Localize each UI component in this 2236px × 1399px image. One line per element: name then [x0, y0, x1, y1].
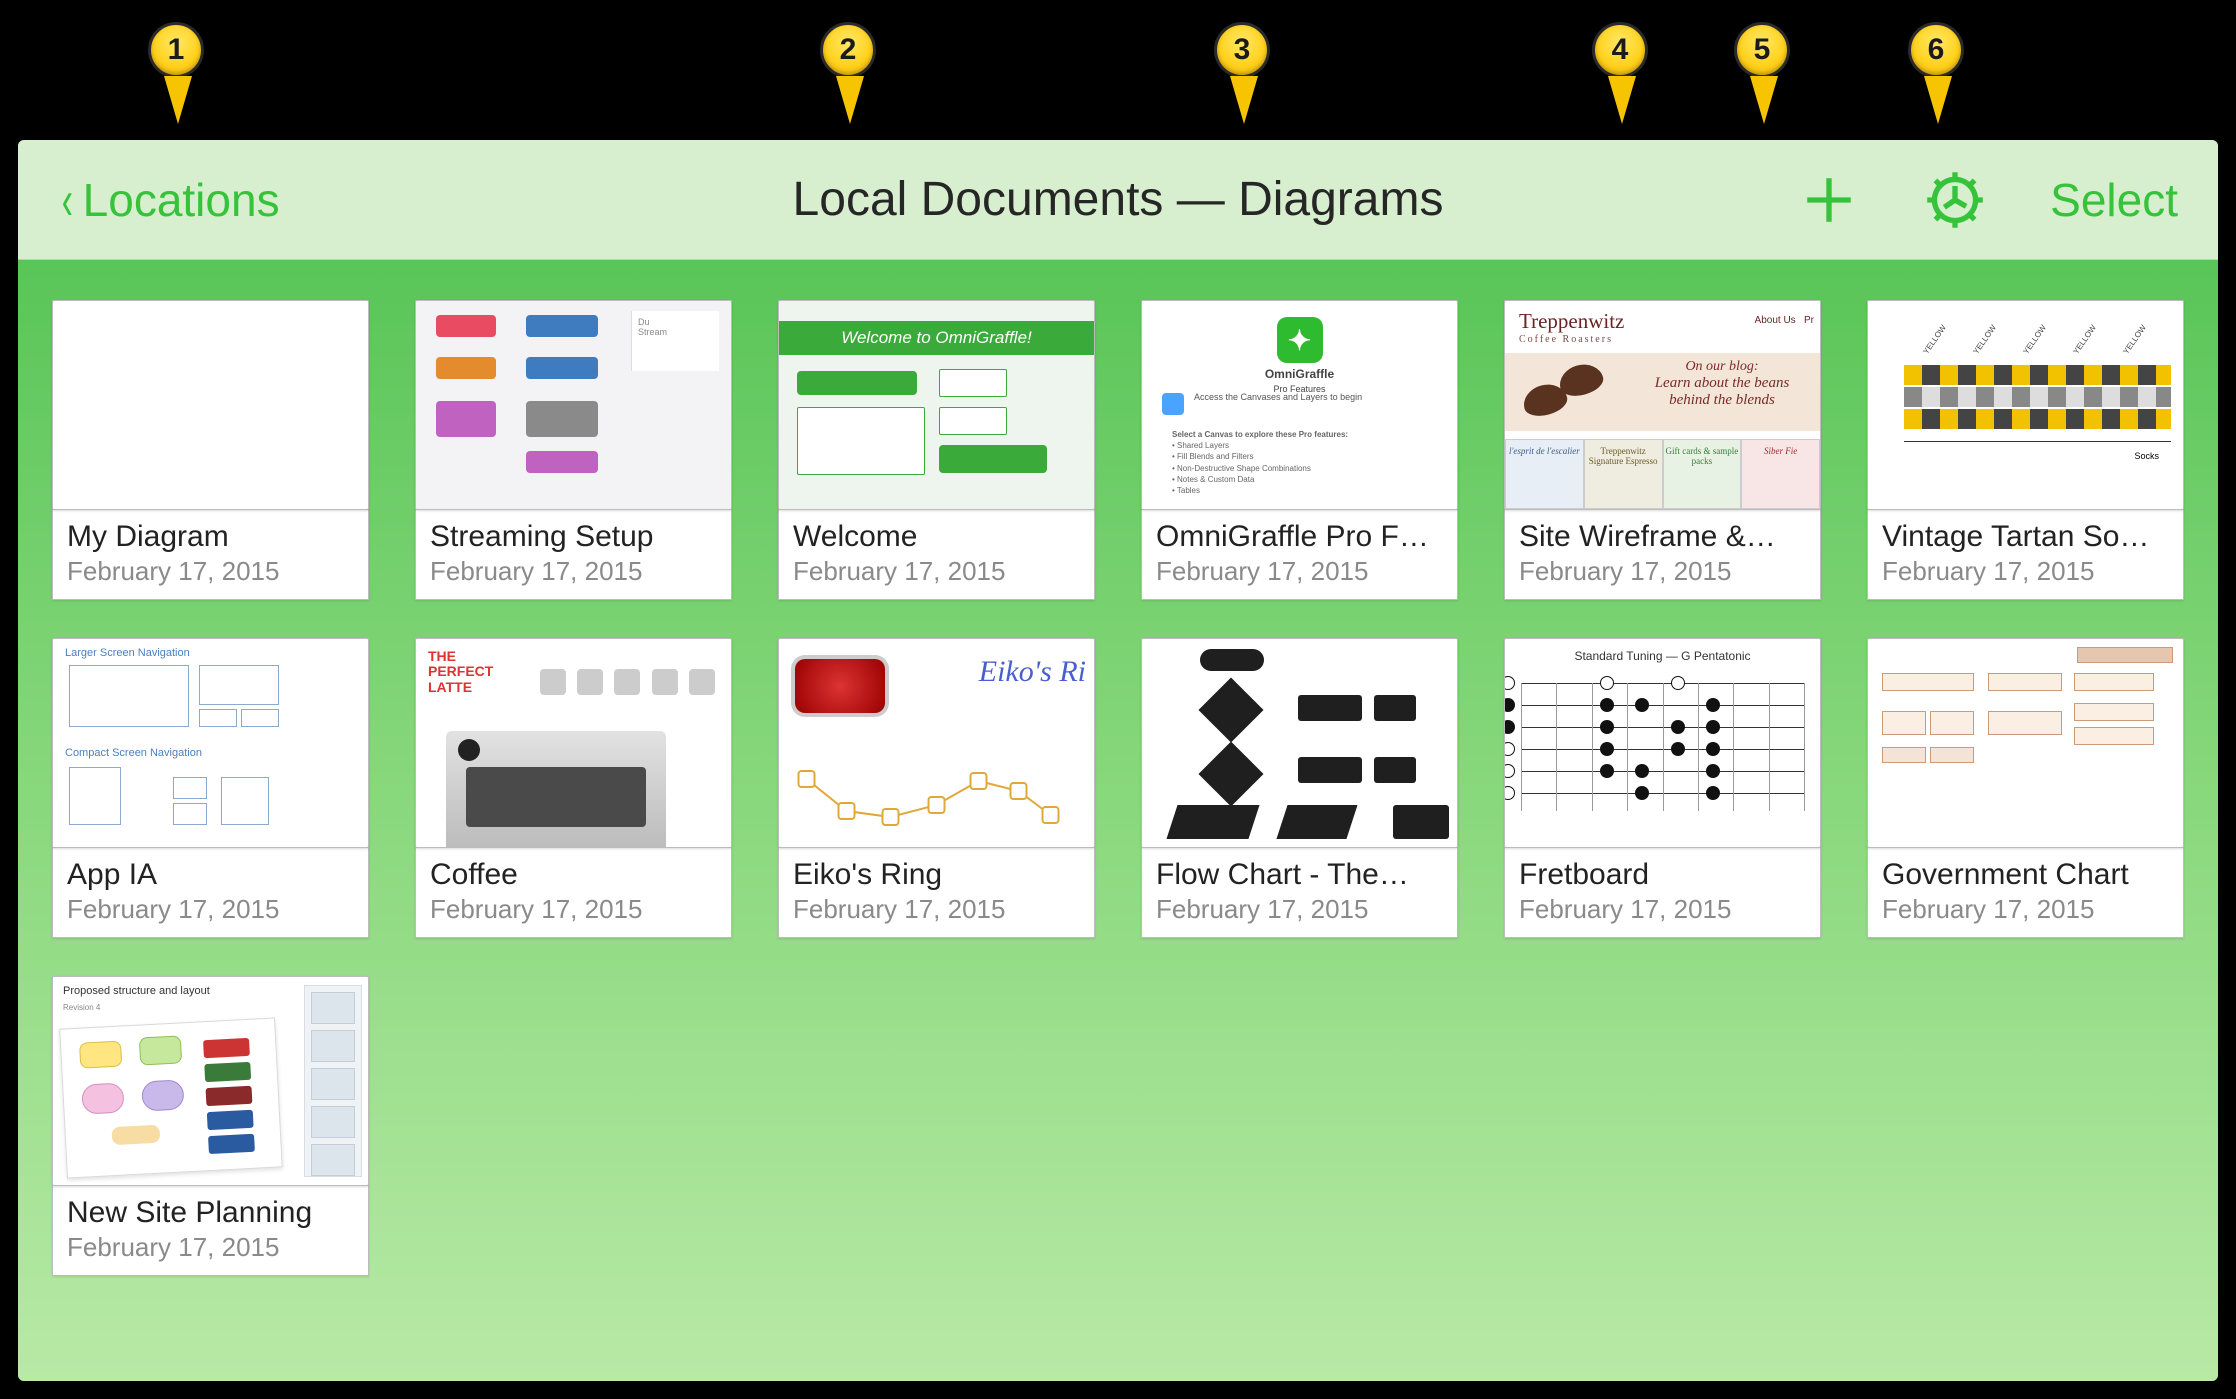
app-window: ‹ Locations Local Documents — Diagrams: [18, 140, 2218, 1381]
document-card[interactable]: Larger Screen NavigationCompact Screen N…: [52, 638, 369, 938]
document-meta: New Site PlanningFebruary 17, 2015: [52, 1186, 369, 1276]
document-title: App IA: [67, 858, 354, 892]
document-meta: WelcomeFebruary 17, 2015: [778, 510, 1095, 600]
document-thumbnail: TreppenwitzCoffee RoastersAbout Us PrOn …: [1504, 300, 1821, 510]
document-title: Vintage Tartan So…: [1882, 520, 2169, 554]
callout-pin-6: 6: [1908, 22, 1968, 124]
document-card[interactable]: DuStreamStreaming SetupFebruary 17, 2015: [415, 300, 732, 600]
document-thumbnail: ✦OmniGrafflePro FeaturesAccess the Canva…: [1141, 300, 1458, 510]
callout-number: 4: [1592, 22, 1648, 78]
toolbar: ‹ Locations Local Documents — Diagrams: [18, 140, 2218, 260]
callout-pin-2: 2: [820, 22, 880, 124]
document-title: Site Wireframe &…: [1519, 520, 1806, 554]
pin-tail-icon: [164, 76, 192, 124]
document-card[interactable]: Proposed structure and layoutRevision 4N…: [52, 976, 369, 1276]
document-card[interactable]: Welcome to OmniGraffle!WelcomeFebruary 1…: [778, 300, 1095, 600]
document-card[interactable]: Flow Chart - The…February 17, 2015: [1141, 638, 1458, 938]
plus-icon: [1800, 171, 1858, 229]
callout-pin-1: 1: [148, 22, 208, 124]
document-thumbnail: Proposed structure and layoutRevision 4: [52, 976, 369, 1186]
document-meta: Vintage Tartan So…February 17, 2015: [1867, 510, 2184, 600]
toolbar-right: Select: [1798, 169, 2178, 231]
document-meta: My DiagramFebruary 17, 2015: [52, 510, 369, 600]
document-date: February 17, 2015: [1519, 556, 1806, 587]
select-button[interactable]: Select: [2050, 173, 2178, 227]
document-date: February 17, 2015: [793, 894, 1080, 925]
settings-button[interactable]: [1924, 169, 1986, 231]
document-meta: Site Wireframe &…February 17, 2015: [1504, 510, 1821, 600]
document-thumbnail: [1867, 638, 2184, 848]
document-title: Fretboard: [1519, 858, 1806, 892]
document-title: Flow Chart - The…: [1156, 858, 1443, 892]
pin-tail-icon: [1608, 76, 1636, 124]
document-thumbnail: [52, 300, 369, 510]
document-date: February 17, 2015: [1156, 556, 1443, 587]
document-card[interactable]: TreppenwitzCoffee RoastersAbout Us PrOn …: [1504, 300, 1821, 600]
document-card[interactable]: Standard Tuning — G PentatonicFretboardF…: [1504, 638, 1821, 938]
document-meta: FretboardFebruary 17, 2015: [1504, 848, 1821, 938]
add-button[interactable]: [1798, 169, 1860, 231]
document-thumbnail: [1141, 638, 1458, 848]
document-title: Eiko's Ring: [793, 858, 1080, 892]
document-date: February 17, 2015: [67, 894, 354, 925]
document-thumbnail: DuStream: [415, 300, 732, 510]
documents-grid: My DiagramFebruary 17, 2015DuStreamStrea…: [52, 300, 2184, 1276]
document-date: February 17, 2015: [67, 556, 354, 587]
back-label: Locations: [83, 173, 280, 227]
document-title: Coffee: [430, 858, 717, 892]
callout-number: 1: [148, 22, 204, 78]
callout-number: 5: [1734, 22, 1790, 78]
document-thumbnail: THEPERFECTLATTE: [415, 638, 732, 848]
document-title: New Site Planning: [67, 1196, 354, 1230]
callout-number: 6: [1908, 22, 1964, 78]
document-meta: OmniGraffle Pro F…February 17, 2015: [1141, 510, 1458, 600]
pin-tail-icon: [1750, 76, 1778, 124]
document-title: My Diagram: [67, 520, 354, 554]
chevron-left-icon: ‹: [62, 167, 73, 232]
document-meta: Flow Chart - The…February 17, 2015: [1141, 848, 1458, 938]
callout-pin-3: 3: [1214, 22, 1274, 124]
document-card[interactable]: ✦OmniGrafflePro FeaturesAccess the Canva…: [1141, 300, 1458, 600]
callout-number: 3: [1214, 22, 1270, 78]
document-card[interactable]: Government ChartFebruary 17, 2015: [1867, 638, 2184, 938]
pin-tail-icon: [836, 76, 864, 124]
back-button[interactable]: ‹ Locations: [58, 167, 280, 232]
document-card[interactable]: Eiko's RiEiko's RingFebruary 17, 2015: [778, 638, 1095, 938]
document-date: February 17, 2015: [430, 556, 717, 587]
document-date: February 17, 2015: [1882, 556, 2169, 587]
document-title: OmniGraffle Pro F…: [1156, 520, 1443, 554]
document-meta: App IAFebruary 17, 2015: [52, 848, 369, 938]
callouts-layer: 1 2 3 4 5 6: [0, 0, 2236, 140]
document-title: Welcome: [793, 520, 1080, 554]
document-title: Streaming Setup: [430, 520, 717, 554]
gear-icon: [1926, 171, 1984, 229]
callout-number: 2: [820, 22, 876, 78]
document-meta: Streaming SetupFebruary 17, 2015: [415, 510, 732, 600]
pin-tail-icon: [1924, 76, 1952, 124]
callout-pin-4: 4: [1592, 22, 1652, 124]
document-date: February 17, 2015: [1882, 894, 2169, 925]
document-date: February 17, 2015: [1156, 894, 1443, 925]
document-card[interactable]: THEPERFECTLATTECoffeeFebruary 17, 2015: [415, 638, 732, 938]
document-thumbnail: Welcome to OmniGraffle!: [778, 300, 1095, 510]
document-date: February 17, 2015: [793, 556, 1080, 587]
document-date: February 17, 2015: [430, 894, 717, 925]
documents-area: My DiagramFebruary 17, 2015DuStreamStrea…: [18, 260, 2218, 1381]
document-card[interactable]: My DiagramFebruary 17, 2015: [52, 300, 369, 600]
document-thumbnail: Larger Screen NavigationCompact Screen N…: [52, 638, 369, 848]
document-date: February 17, 2015: [67, 1232, 354, 1263]
document-thumbnail: YELLOWYELLOWYELLOWYELLOWYELLOWSocks: [1867, 300, 2184, 510]
document-thumbnail: Eiko's Ri: [778, 638, 1095, 848]
document-thumbnail: Standard Tuning — G Pentatonic: [1504, 638, 1821, 848]
document-title: Government Chart: [1882, 858, 2169, 892]
document-meta: Government ChartFebruary 17, 2015: [1867, 848, 2184, 938]
document-meta: Eiko's RingFebruary 17, 2015: [778, 848, 1095, 938]
pin-tail-icon: [1230, 76, 1258, 124]
document-meta: CoffeeFebruary 17, 2015: [415, 848, 732, 938]
document-date: February 17, 2015: [1519, 894, 1806, 925]
callout-pin-5: 5: [1734, 22, 1794, 124]
document-card[interactable]: YELLOWYELLOWYELLOWYELLOWYELLOWSocksVinta…: [1867, 300, 2184, 600]
